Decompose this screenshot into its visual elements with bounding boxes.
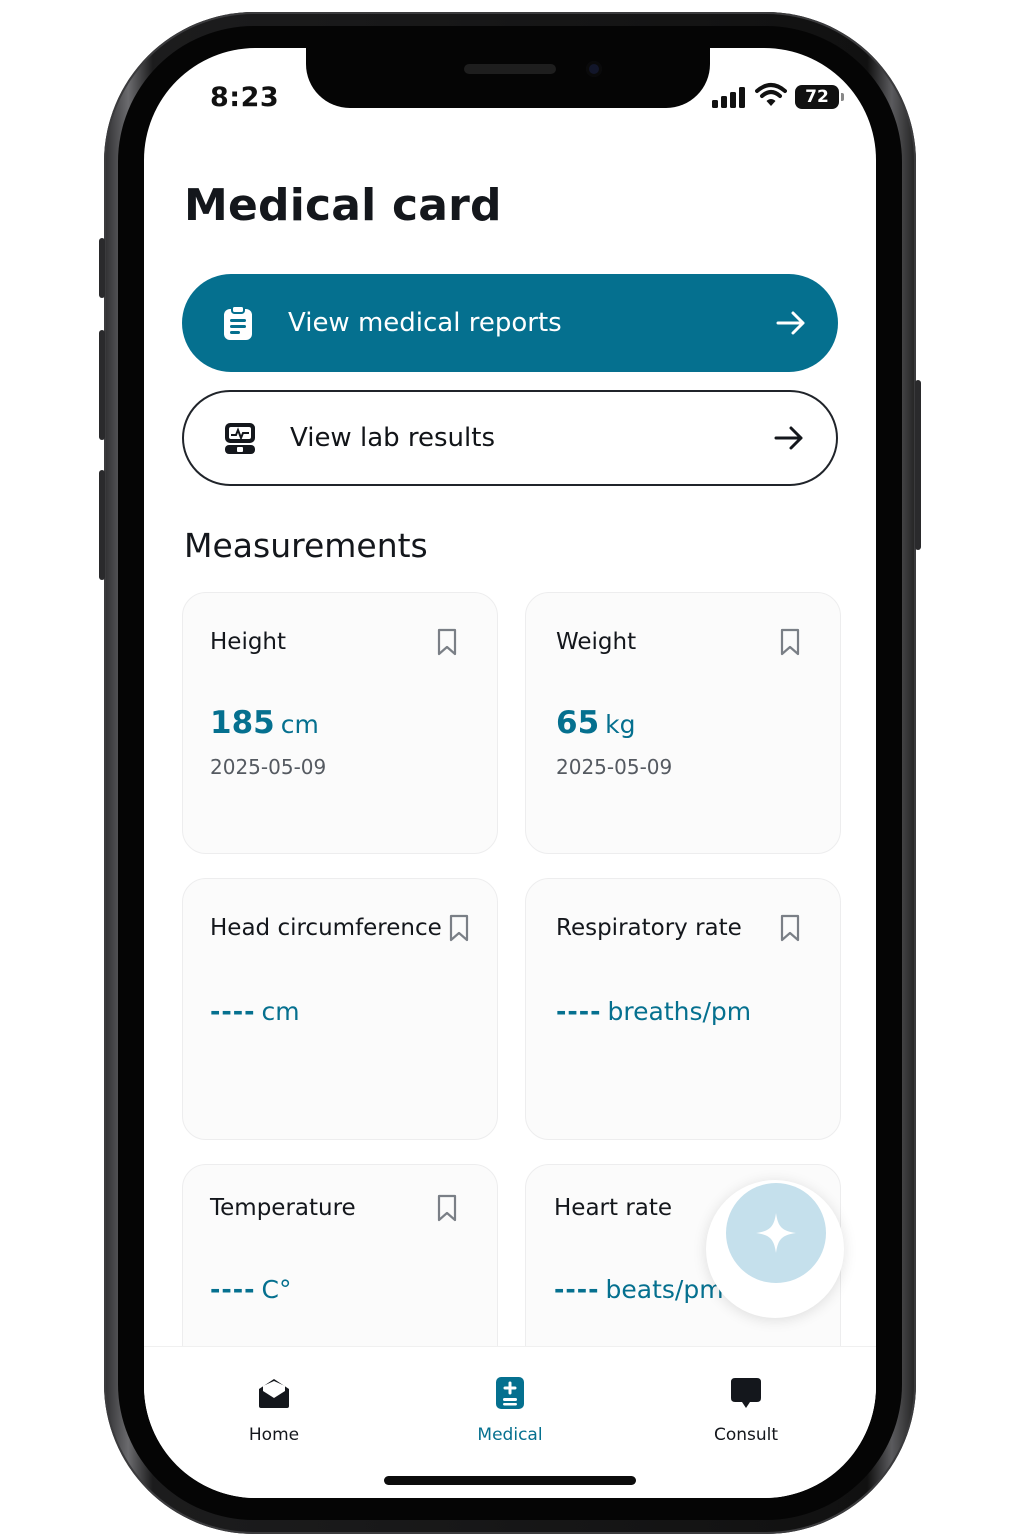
status-time: 8:23 [210, 82, 280, 113]
wifi-icon [755, 83, 787, 106]
arrow-right-icon [774, 426, 803, 450]
weight-card[interactable]: Weight 65 kg 2025-05-09 [525, 592, 841, 854]
measurement-unit: C° [261, 1275, 292, 1304]
card-title: Temperature [210, 1195, 356, 1221]
measurement-unit: cm [280, 710, 319, 739]
measurement-value: ---- [210, 997, 256, 1026]
sparkle-icon [756, 1213, 796, 1253]
lab-monitor-icon [225, 423, 255, 454]
camera-notch [306, 48, 710, 108]
view-medical-reports-button[interactable]: View medical reports [182, 274, 838, 372]
volume-down-button [99, 470, 105, 580]
measurement-value: 65 [556, 705, 600, 741]
nav-home-label: Home [248, 1425, 300, 1445]
measurements-heading: Measurements [184, 526, 428, 565]
nav-home[interactable]: Home [204, 1375, 344, 1445]
measurement-value: 185 [210, 705, 275, 741]
measurement-date: 2025-05-09 [210, 755, 327, 779]
chat-bubble-icon [731, 1378, 761, 1408]
card-title: Head circumference [210, 915, 442, 941]
head-circumference-card[interactable]: Head circumference ---- cm [182, 878, 498, 1140]
nav-consult[interactable]: Consult [676, 1375, 816, 1445]
card-title: Respiratory rate [556, 915, 742, 941]
measurement-reading: 185 cm [210, 705, 319, 741]
nav-medical-label: Medical [477, 1425, 543, 1445]
home-indicator [384, 1476, 636, 1485]
battery-icon: 72 [795, 85, 839, 109]
measurement-value: ---- [556, 997, 602, 1026]
clipboard-icon [224, 305, 252, 340]
bookmark-icon[interactable] [435, 627, 459, 657]
view-lab-results-label: View lab results [290, 423, 495, 453]
ai-assistant-button[interactable] [726, 1183, 826, 1283]
battery-tip [841, 93, 844, 101]
signal-icon [712, 86, 746, 108]
bookmark-icon[interactable] [778, 913, 802, 943]
measurement-reading: ---- breaths/pm [556, 997, 751, 1026]
measurement-reading: ---- cm [210, 997, 300, 1026]
measurement-reading: 65 kg [556, 705, 636, 741]
card-title: Heart rate [554, 1195, 673, 1221]
power-button [915, 380, 921, 550]
home-mail-icon [259, 1379, 289, 1408]
nav-consult-label: Consult [713, 1425, 779, 1445]
bookmark-icon[interactable] [435, 1193, 459, 1223]
view-lab-results-button[interactable]: View lab results [182, 390, 838, 486]
card-title: Weight [556, 629, 637, 655]
measurement-date: 2025-05-09 [556, 755, 673, 779]
measurement-unit: cm [261, 997, 300, 1026]
arrow-right-icon [776, 311, 805, 335]
measurement-value: ---- [210, 1275, 256, 1304]
height-card[interactable]: Height 185 cm 2025-05-09 [182, 592, 498, 854]
silent-switch [99, 238, 105, 298]
measurement-value: ---- [554, 1275, 600, 1304]
medical-file-icon [496, 1377, 524, 1409]
measurement-unit: breaths/pm [607, 997, 752, 1026]
bookmark-icon[interactable] [778, 627, 802, 657]
bookmark-icon[interactable] [447, 913, 471, 943]
respiratory-rate-card[interactable]: Respiratory rate ---- breaths/pm [525, 878, 841, 1140]
card-title: Height [210, 629, 287, 655]
measurement-unit: kg [605, 710, 636, 739]
measurement-reading: ---- beats/pm [554, 1275, 724, 1304]
nav-medical[interactable]: Medical [440, 1375, 580, 1445]
volume-up-button [99, 330, 105, 440]
page-title: Medical card [184, 180, 502, 231]
view-medical-reports-label: View medical reports [288, 308, 562, 338]
measurement-unit: beats/pm [605, 1275, 724, 1304]
measurement-reading: ---- C° [210, 1275, 291, 1304]
app-screen: 8:23 72 Medical card View medical report… [144, 48, 876, 1498]
